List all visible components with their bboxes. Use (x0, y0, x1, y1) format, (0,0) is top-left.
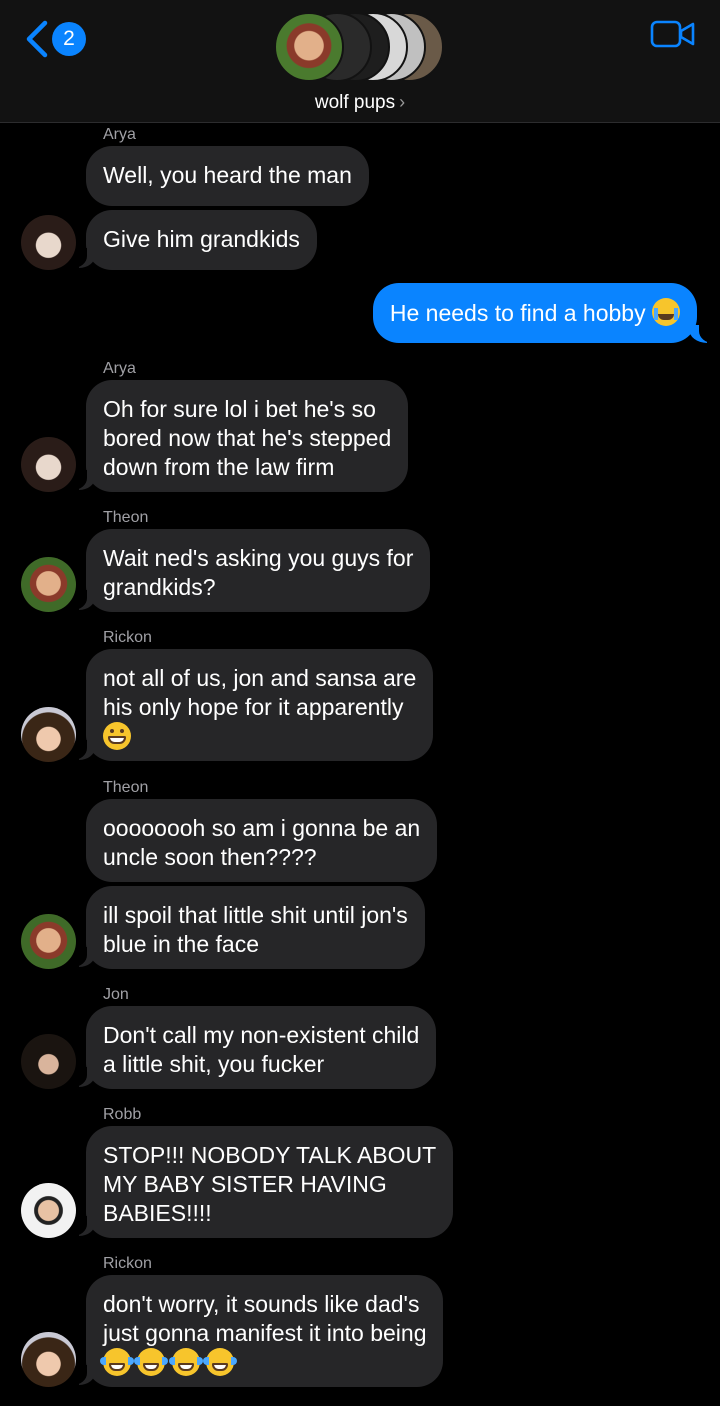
message-text-line: blue in the face (103, 931, 260, 957)
message-text-line: his only hope for it apparently (103, 694, 404, 720)
avatar-arya[interactable] (21, 437, 76, 492)
message-text-line: Don't call my non-existent child (103, 1022, 420, 1048)
bubble-tail (69, 947, 95, 967)
bubble-tail (69, 1365, 95, 1385)
message-bubble[interactable]: not all of us, jon and sansa are his onl… (86, 649, 434, 761)
grinning-face-icon (103, 722, 131, 750)
face-with-tears-of-joy-icon (100, 1348, 134, 1376)
message-bubble-outgoing[interactable]: He needs to find a hobby (372, 283, 697, 343)
bubble-tail (69, 248, 95, 268)
chevron-right-icon: › (399, 92, 406, 112)
face-with-tears-of-joy-icon (203, 1348, 238, 1376)
avatar-rickon[interactable] (21, 707, 76, 762)
avatar-theon[interactable] (21, 914, 76, 969)
avatar-arya[interactable] (21, 215, 76, 270)
group-title[interactable]: wolf pups › (0, 92, 720, 114)
message-bubble[interactable]: Well, you heard the man (86, 146, 369, 206)
message-text-line: STOP!!! NOBODY TALK ABOUT (103, 1142, 437, 1168)
bubble-tail (69, 590, 95, 610)
message-text-line: uncle soon then???? (103, 844, 317, 870)
group-name-label: wolf pups (314, 92, 396, 113)
message-text-line: Wait ned's asking you guys for (103, 545, 414, 571)
bubble-tail (69, 740, 95, 760)
message-text-line: down from the law firm (103, 454, 335, 480)
sender-name: Arya (103, 360, 136, 377)
avatar-robb[interactable] (21, 1183, 76, 1238)
message-text-line: BABIES!!!! (103, 1200, 212, 1226)
bubble-tail (69, 1216, 95, 1236)
bubble-tail (689, 323, 717, 343)
message-text-line: not all of us, jon and sansa are (103, 665, 417, 691)
message-bubble[interactable]: ill spoil that little shit until jon's b… (86, 886, 425, 969)
message-bubble[interactable]: don't worry, it sounds like dad's just g… (86, 1275, 444, 1387)
message-list: Arya Well, you heard the man Give him gr… (0, 0, 720, 1406)
message-bubble[interactable]: Give him grandkids (86, 210, 317, 270)
bubble-tail (69, 1067, 95, 1087)
back-button[interactable]: 2 (24, 18, 94, 60)
message-bubble[interactable]: Oh for sure lol i bet he's so bored now … (86, 380, 409, 492)
message-bubble[interactable]: oooooooh so am i gonna be an uncle soon … (86, 799, 438, 882)
message-bubble[interactable]: STOP!!! NOBODY TALK ABOUT MY BABY SISTER… (86, 1126, 454, 1238)
message-bubble[interactable]: Don't call my non-existent child a littl… (86, 1006, 437, 1089)
message-text-line: ill spoil that little shit until jon's (103, 902, 408, 928)
avatar-jon[interactable] (21, 1034, 76, 1089)
sender-name: Rickon (103, 629, 152, 646)
sender-name: Theon (103, 779, 149, 796)
message-text-line: grandkids? (103, 574, 216, 600)
sender-name: Theon (103, 509, 149, 526)
sender-name: Jon (103, 986, 129, 1003)
chevron-left-icon (26, 20, 48, 58)
avatar-theon[interactable] (21, 557, 76, 612)
message-text-line: oooooooh so am i gonna be an (103, 815, 421, 841)
unread-count-badge: 2 (52, 22, 86, 56)
face-with-tears-of-joy-icon (168, 1348, 203, 1376)
bubble-tail (69, 470, 95, 490)
message-text: He needs to find a hobby (389, 300, 646, 326)
group-avatar-stack[interactable] (274, 12, 454, 84)
video-call-icon[interactable] (650, 18, 696, 50)
message-text: Well, you heard the man (103, 162, 352, 188)
message-text-line: Oh for sure lol i bet he's so (103, 396, 376, 422)
face-with-tears-of-joy-icon (134, 1348, 169, 1376)
message-text: Give him grandkids (103, 226, 300, 252)
message-bubble[interactable]: Wait ned's asking you guys for grandkids… (86, 529, 431, 612)
message-text-line: bored now that he's stepped (103, 425, 392, 451)
message-text-line: don't worry, it sounds like dad's (103, 1291, 420, 1317)
message-text-line: MY BABY SISTER HAVING (103, 1171, 387, 1197)
avatar-rickon[interactable] (21, 1332, 76, 1387)
message-text-line: just gonna manifest it into being (103, 1320, 427, 1346)
member-avatar (274, 12, 344, 82)
sender-name: Robb (103, 1106, 142, 1123)
sender-name: Rickon (103, 1255, 152, 1272)
conversation-header: 2 wolf pups › (0, 0, 720, 123)
loudly-crying-face-icon (652, 298, 680, 326)
message-text-line: a little shit, you fucker (103, 1051, 325, 1077)
sender-name: Arya (103, 126, 136, 143)
